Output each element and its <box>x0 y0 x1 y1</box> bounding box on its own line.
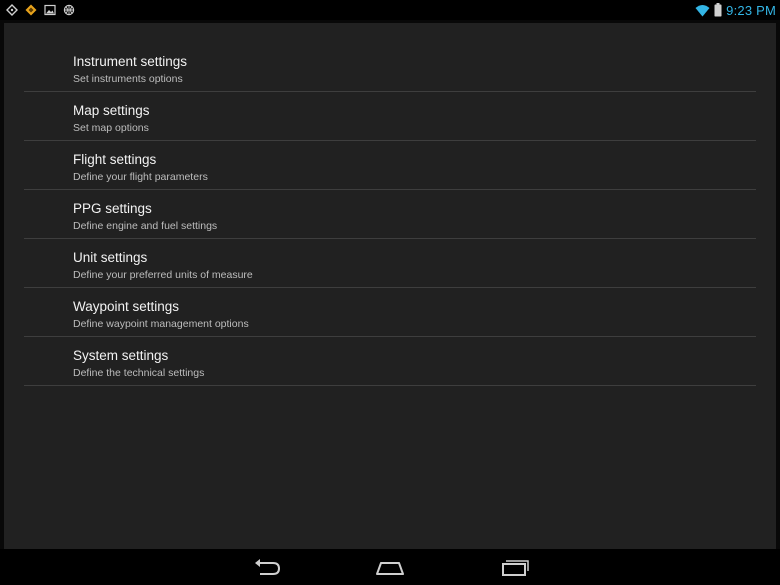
setting-item-instrument[interactable]: Instrument settings Set instruments opti… <box>24 43 756 92</box>
settings-panel: Instrument settings Set instruments opti… <box>4 23 776 549</box>
setting-item-waypoint[interactable]: Waypoint settings Define waypoint manage… <box>24 288 756 337</box>
gps-icon <box>6 4 18 16</box>
recent-apps-button[interactable] <box>494 555 534 579</box>
setting-summary: Set map options <box>73 122 149 134</box>
battery-icon <box>714 3 722 17</box>
setting-summary: Define your flight parameters <box>73 171 208 183</box>
app-diamond-icon <box>25 4 37 16</box>
setting-summary: Set instruments options <box>73 73 183 85</box>
wifi-icon <box>695 4 710 17</box>
home-button[interactable] <box>370 555 410 579</box>
clock: 9:23 PM <box>726 2 776 18</box>
back-icon <box>246 555 286 579</box>
setting-title: Waypoint settings <box>73 299 180 314</box>
app-screen: Instrument settings Set instruments opti… <box>0 20 780 549</box>
recent-apps-icon <box>494 555 534 579</box>
setting-title: Unit settings <box>73 250 148 265</box>
setting-title: PPG settings <box>73 201 152 216</box>
setting-item-system[interactable]: System settings Define the technical set… <box>24 337 756 386</box>
home-icon <box>370 555 410 579</box>
setting-item-ppg[interactable]: PPG settings Define engine and fuel sett… <box>24 190 756 239</box>
setting-summary: Define engine and fuel settings <box>73 220 218 232</box>
setting-title: Map settings <box>73 103 150 118</box>
gallery-icon <box>44 4 56 16</box>
settings-list: Instrument settings Set instruments opti… <box>24 43 756 386</box>
setting-item-unit[interactable]: Unit settings Define your preferred unit… <box>24 239 756 288</box>
setting-item-flight[interactable]: Flight settings Define your flight param… <box>24 141 756 190</box>
setting-item-map[interactable]: Map settings Set map options <box>24 92 756 141</box>
setting-title: Instrument settings <box>73 54 188 69</box>
system-icons: 9:23 PM <box>695 1 776 19</box>
notification-icons <box>6 2 75 18</box>
back-button[interactable] <box>246 555 286 579</box>
sync-icon <box>63 4 75 16</box>
setting-summary: Define waypoint management options <box>73 318 249 330</box>
navigation-bar <box>0 549 780 585</box>
setting-title: System settings <box>73 348 169 363</box>
setting-title: Flight settings <box>73 152 157 167</box>
status-bar: 9:23 PM <box>0 0 780 20</box>
setting-summary: Define the technical settings <box>73 367 205 379</box>
setting-summary: Define your preferred units of measure <box>73 269 253 281</box>
